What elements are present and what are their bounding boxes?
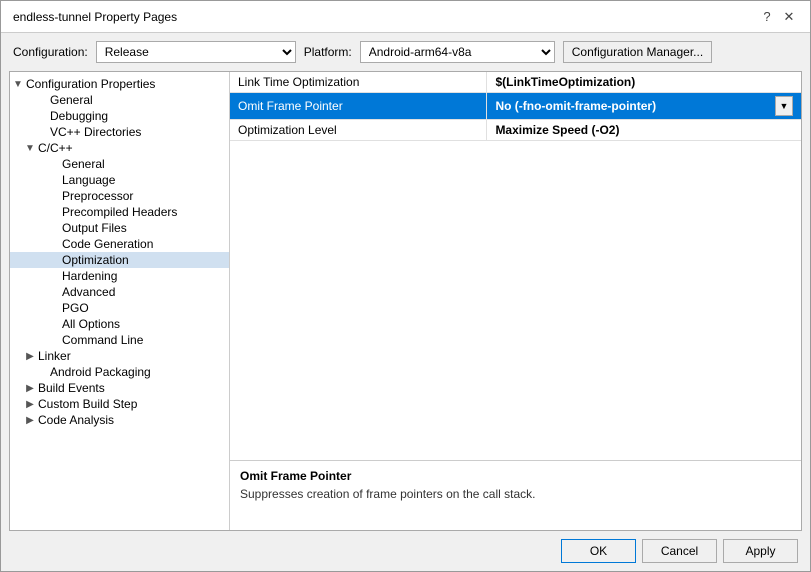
tree-label-command-line: Command Line [62, 333, 143, 347]
tree-label-cpp: C/C++ [38, 141, 73, 155]
tree-label-pgo: PGO [62, 301, 89, 315]
toolbar: Configuration: Release Platform: Android… [1, 33, 810, 71]
tree-label-language: Language [62, 173, 115, 187]
prop-dropdown-omit-frame-pointer[interactable]: ▼ [775, 96, 793, 116]
tree-item-android-packaging[interactable]: Android Packaging [10, 364, 229, 380]
tree-panel: ▼Configuration PropertiesGeneralDebuggin… [10, 72, 230, 530]
description-text: Suppresses creation of frame pointers on… [240, 487, 791, 501]
prop-name-omit-frame-pointer: Omit Frame Pointer [230, 93, 487, 120]
apply-button[interactable]: Apply [723, 539, 798, 563]
tree-item-general[interactable]: General [10, 92, 229, 108]
tree-item-optimization[interactable]: Optimization [10, 252, 229, 268]
tree-label-android-packaging: Android Packaging [50, 365, 151, 379]
prop-name-link-time-opt: Link Time Optimization [230, 72, 487, 93]
tree-expander-cpp[interactable]: ▼ [22, 143, 38, 154]
platform-label: Platform: [304, 45, 352, 59]
help-button[interactable]: ? [758, 8, 776, 26]
close-button[interactable]: ✕ [780, 8, 798, 26]
tree-item-cpp-general[interactable]: General [10, 156, 229, 172]
tree-label-code-analysis: Code Analysis [38, 413, 114, 427]
tree-label-optimization: Optimization [62, 253, 129, 267]
prop-name-optimization-level: Optimization Level [230, 120, 487, 141]
tree-expander-custom-build-step[interactable]: ▶ [22, 399, 38, 410]
main-content: ▼Configuration PropertiesGeneralDebuggin… [9, 71, 802, 531]
platform-select[interactable]: Android-arm64-v8a [360, 41, 555, 63]
tree-label-build-events: Build Events [38, 381, 105, 395]
tree-expander-code-analysis[interactable]: ▶ [22, 415, 38, 426]
props-table: Link Time Optimization$(LinkTimeOptimiza… [230, 72, 801, 460]
tree-expander-linker[interactable]: ▶ [22, 351, 38, 362]
prop-row-link-time-opt[interactable]: Link Time Optimization$(LinkTimeOptimiza… [230, 72, 801, 93]
properties-table: Link Time Optimization$(LinkTimeOptimiza… [230, 72, 801, 141]
tree-item-all-options[interactable]: All Options [10, 316, 229, 332]
description-title: Omit Frame Pointer [240, 469, 791, 483]
prop-value-optimization-level: Maximize Speed (-O2) [487, 120, 801, 141]
tree-item-precompiled-headers[interactable]: Precompiled Headers [10, 204, 229, 220]
tree-expander-build-events[interactable]: ▶ [22, 383, 38, 394]
tree-label-config-props: Configuration Properties [26, 77, 155, 91]
tree-label-advanced: Advanced [62, 285, 115, 299]
property-pages-dialog: endless-tunnel Property Pages ? ✕ Config… [0, 0, 811, 572]
prop-row-omit-frame-pointer[interactable]: Omit Frame PointerNo (-fno-omit-frame-po… [230, 93, 801, 120]
tree-item-hardening[interactable]: Hardening [10, 268, 229, 284]
title-controls: ? ✕ [758, 8, 798, 26]
tree-item-output-files[interactable]: Output Files [10, 220, 229, 236]
configuration-label: Configuration: [13, 45, 88, 59]
prop-value-link-time-opt: $(LinkTimeOptimization) [487, 72, 801, 93]
tree-item-custom-build-step[interactable]: ▶Custom Build Step [10, 396, 229, 412]
tree-item-language[interactable]: Language [10, 172, 229, 188]
dialog-title: endless-tunnel Property Pages [13, 10, 177, 24]
tree-item-debugging[interactable]: Debugging [10, 108, 229, 124]
description-panel: Omit Frame Pointer Suppresses creation o… [230, 460, 801, 530]
tree-label-code-generation: Code Generation [62, 237, 153, 251]
prop-row-optimization-level[interactable]: Optimization LevelMaximize Speed (-O2) [230, 120, 801, 141]
configuration-select[interactable]: Release [96, 41, 296, 63]
title-bar: endless-tunnel Property Pages ? ✕ [1, 1, 810, 33]
tree-item-command-line[interactable]: Command Line [10, 332, 229, 348]
props-panel: Link Time Optimization$(LinkTimeOptimiza… [230, 72, 801, 530]
tree-item-config-props[interactable]: ▼Configuration Properties [10, 76, 229, 92]
cancel-button[interactable]: Cancel [642, 539, 717, 563]
tree-item-advanced[interactable]: Advanced [10, 284, 229, 300]
ok-button[interactable]: OK [561, 539, 636, 563]
tree-label-vc-dirs: VC++ Directories [50, 125, 141, 139]
tree-label-hardening: Hardening [62, 269, 117, 283]
button-bar: OK Cancel Apply [1, 531, 810, 571]
tree-item-pgo[interactable]: PGO [10, 300, 229, 316]
tree-expander-config-props[interactable]: ▼ [10, 79, 26, 90]
tree-label-precompiled-headers: Precompiled Headers [62, 205, 177, 219]
tree-label-preprocessor: Preprocessor [62, 189, 133, 203]
tree-item-vc-dirs[interactable]: VC++ Directories [10, 124, 229, 140]
tree-label-all-options: All Options [62, 317, 120, 331]
tree-item-code-analysis[interactable]: ▶Code Analysis [10, 412, 229, 428]
tree-item-preprocessor[interactable]: Preprocessor [10, 188, 229, 204]
config-manager-button[interactable]: Configuration Manager... [563, 41, 712, 63]
prop-value-omit-frame-pointer: No (-fno-omit-frame-pointer)▼ [487, 93, 801, 120]
tree-item-code-generation[interactable]: Code Generation [10, 236, 229, 252]
tree-label-linker: Linker [38, 349, 71, 363]
tree-label-output-files: Output Files [62, 221, 127, 235]
tree-label-general: General [50, 93, 93, 107]
tree-label-cpp-general: General [62, 157, 105, 171]
tree-item-linker[interactable]: ▶Linker [10, 348, 229, 364]
tree-item-build-events[interactable]: ▶Build Events [10, 380, 229, 396]
tree-item-cpp[interactable]: ▼C/C++ [10, 140, 229, 156]
tree-label-debugging: Debugging [50, 109, 108, 123]
tree-label-custom-build-step: Custom Build Step [38, 397, 137, 411]
